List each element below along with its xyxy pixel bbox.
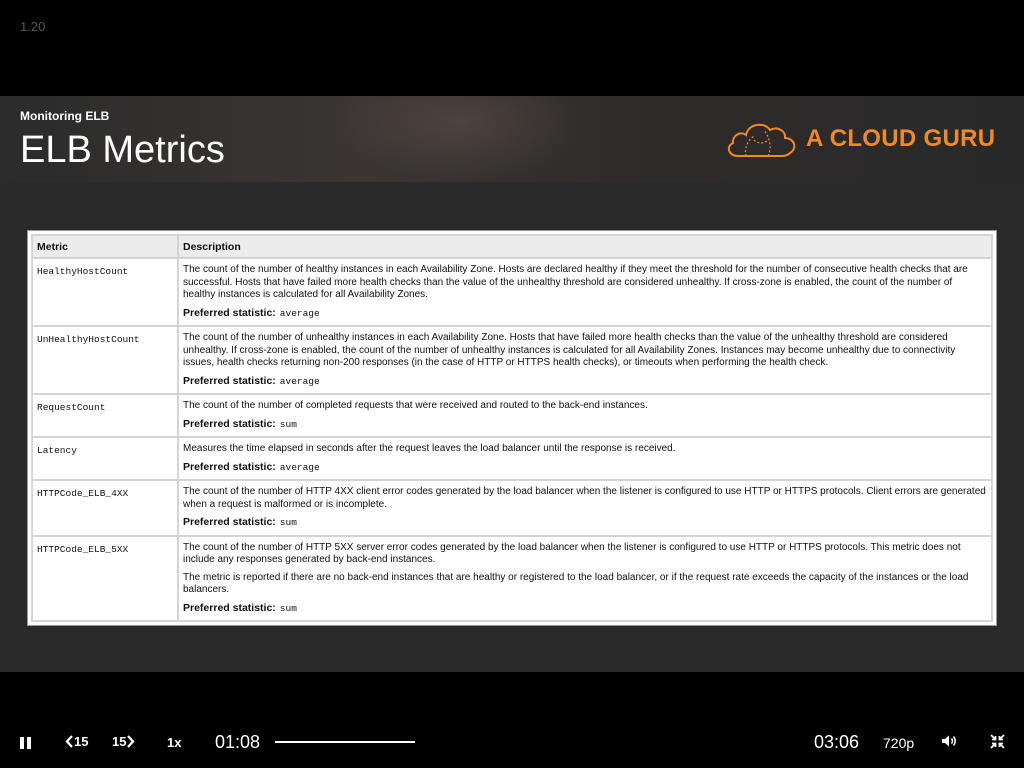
slide-subtitle: Monitoring ELB — [20, 109, 110, 123]
preferred-statistic-value: sum — [279, 602, 297, 614]
metrics-table-card: Metric Description HealthyHostCount The c… — [27, 230, 997, 626]
table-header-row: Metric Description — [31, 234, 993, 259]
preferred-statistic-value: sum — [279, 418, 297, 430]
preferred-statistic-value: sum — [279, 517, 297, 528]
volume-icon — [942, 735, 956, 747]
player-controls: 15 15 1x 01:08 03:06 720p — [0, 672, 1024, 768]
skip-forward-button[interactable]: 15 — [112, 734, 135, 749]
metric-description: The count of the number of HTTP 5XX serv… — [183, 541, 961, 566]
metric-description-cell: The count of the number of HTTP 4XX clie… — [177, 479, 993, 537]
slide-header: Monitoring ELB ELB Metrics A CLOUD GURU — [0, 96, 1024, 182]
volume-button[interactable] — [941, 734, 957, 753]
metrics-table: Metric Description HealthyHostCount The c… — [31, 234, 993, 622]
chevron-right-icon — [127, 735, 135, 748]
version-label: 1.20 — [20, 19, 46, 34]
preferred-statistic-label: Preferred statistic: — [183, 374, 276, 387]
exit-fullscreen-icon — [990, 734, 1005, 749]
preferred-statistic: Preferred statistic: average — [183, 375, 987, 389]
metric-description: The count of the number of unhealthy ins… — [183, 332, 956, 368]
metric-name: Latency — [31, 436, 179, 481]
player-top-bar: 1.20 — [0, 0, 1024, 96]
preferred-statistic: Preferred statistic: average — [183, 307, 987, 321]
metric-name: HealthyHostCount — [31, 257, 179, 327]
preferred-statistic-value: average — [279, 461, 320, 473]
slide-title: ELB Metrics — [20, 129, 225, 171]
logo-text: A CLOUD GURU — [806, 125, 996, 152]
table-row: HTTPCode_ELB_5XX The count of the number … — [31, 534, 993, 622]
current-time: 01:08 — [215, 732, 261, 752]
pause-button[interactable] — [20, 737, 32, 749]
metric-name: HTTPCode_ELB_4XX — [31, 479, 179, 537]
metric-description: The count of the number of HTTP 4XX clie… — [183, 486, 986, 510]
slide-body: Metric Description HealthyHostCount The c… — [0, 182, 1024, 672]
preferred-statistic-label: Preferred statistic: — [183, 306, 276, 319]
table-row: HTTPCode_ELB_4XX The count of the number … — [31, 479, 993, 537]
playback-speed-button[interactable]: 1x — [167, 735, 181, 750]
table-row: HealthyHostCount The count of the number … — [31, 257, 993, 327]
skip-forward-label: 15 — [112, 734, 127, 749]
skip-back-button[interactable]: 15 — [65, 734, 88, 749]
preferred-statistic-value: average — [279, 307, 320, 319]
metric-description-cell: Measures the time elapsed in seconds aft… — [177, 436, 993, 481]
metric-description-cell: The count of the number of unhealthy ins… — [177, 325, 993, 395]
table-row: Latency Measures the time elapsed in seco… — [31, 436, 993, 481]
chevron-left-icon — [65, 735, 73, 748]
metric-description: The count of the number of completed req… — [183, 400, 648, 411]
table-row: UnHealthyHostCount The count of the numbe… — [31, 325, 993, 395]
brand-logo: A CLOUD GURU — [724, 118, 996, 162]
quality-button[interactable]: 720p — [883, 735, 914, 751]
metric-name: UnHealthyHostCount — [31, 325, 179, 395]
metric-description-cell: The count of the number of healthy insta… — [177, 257, 993, 327]
metric-description: The count of the number of healthy insta… — [183, 264, 968, 300]
exit-fullscreen-button[interactable] — [990, 734, 1005, 754]
metric-description-cell: The count of the number of completed req… — [177, 393, 993, 438]
preferred-statistic-value: average — [279, 375, 320, 387]
metric-name: RequestCount — [31, 393, 179, 438]
progress-bar[interactable] — [275, 741, 415, 743]
metric-description-cell: The count of the number of HTTP 5XX serv… — [177, 534, 993, 622]
column-header-metric: Metric — [31, 234, 179, 259]
preferred-statistic: Preferred statistic: sum — [183, 418, 987, 432]
preferred-statistic: Preferred statistic: sum — [183, 516, 987, 530]
cloud-logo-icon — [727, 123, 796, 157]
metric-description: Measures the time elapsed in seconds aft… — [183, 443, 676, 454]
preferred-statistic-label: Preferred statistic: — [183, 601, 276, 614]
column-header-description: Description — [177, 234, 993, 259]
pause-icon-bar — [27, 737, 31, 749]
table-row: RequestCount The count of the number of c… — [31, 393, 993, 438]
preferred-statistic-label: Preferred statistic: — [183, 460, 276, 473]
preferred-statistic: Preferred statistic: average — [183, 461, 987, 475]
preferred-statistic: Preferred statistic: sum — [183, 602, 987, 616]
metric-description-extra: The metric is reported if there are no b… — [183, 571, 969, 596]
metric-name: HTTPCode_ELB_5XX — [31, 534, 179, 622]
pause-icon — [20, 737, 24, 749]
skip-back-label: 15 — [74, 734, 89, 749]
total-duration: 03:06 — [814, 732, 860, 752]
preferred-statistic-label: Preferred statistic: — [183, 516, 276, 528]
preferred-statistic-label: Preferred statistic: — [183, 417, 276, 430]
